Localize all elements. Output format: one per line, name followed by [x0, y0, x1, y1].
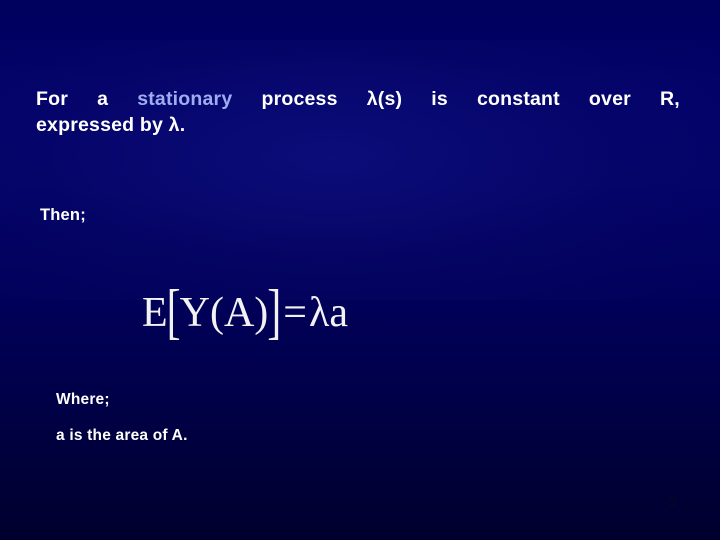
formula-bracket-open: [: [166, 279, 181, 347]
word-process: process: [261, 88, 338, 110]
formula-expectation-operator: E: [142, 290, 168, 336]
word-stationary-highlight: stationary: [137, 88, 233, 110]
formula-area-symbol: a: [329, 290, 349, 336]
page-number: 3: [668, 492, 678, 511]
word-a: a: [97, 88, 109, 110]
background-glow: [0, 40, 720, 300]
intro-paragraph: For a stationary process λ(s) is constan…: [36, 86, 680, 138]
where-label: Where;: [56, 391, 110, 408]
word-for: For: [36, 88, 69, 110]
expectation-formula: E[Y(A)]=λa: [142, 280, 349, 347]
slide-canvas: For a stationary process λ(s) is constan…: [0, 0, 720, 540]
formula-equals-sign: =: [283, 290, 307, 336]
intro-paragraph-line-1: For a stationary process λ(s) is constan…: [36, 86, 680, 112]
symbol-lambda-s: λ(s): [366, 88, 403, 110]
word-is: is: [431, 88, 448, 110]
formula-lambda-symbol: λ: [308, 290, 330, 336]
area-definition-text: a is the area of A.: [56, 427, 188, 444]
word-over: over: [588, 88, 631, 110]
formula-bracket-close: ]: [267, 279, 282, 347]
then-label: Then;: [40, 206, 86, 224]
word-constant: constant: [477, 88, 560, 110]
intro-paragraph-line-2: expressed by λ.: [36, 114, 186, 136]
word-region-r: R,: [659, 88, 680, 110]
formula-inner-term: Y(A): [179, 290, 269, 336]
